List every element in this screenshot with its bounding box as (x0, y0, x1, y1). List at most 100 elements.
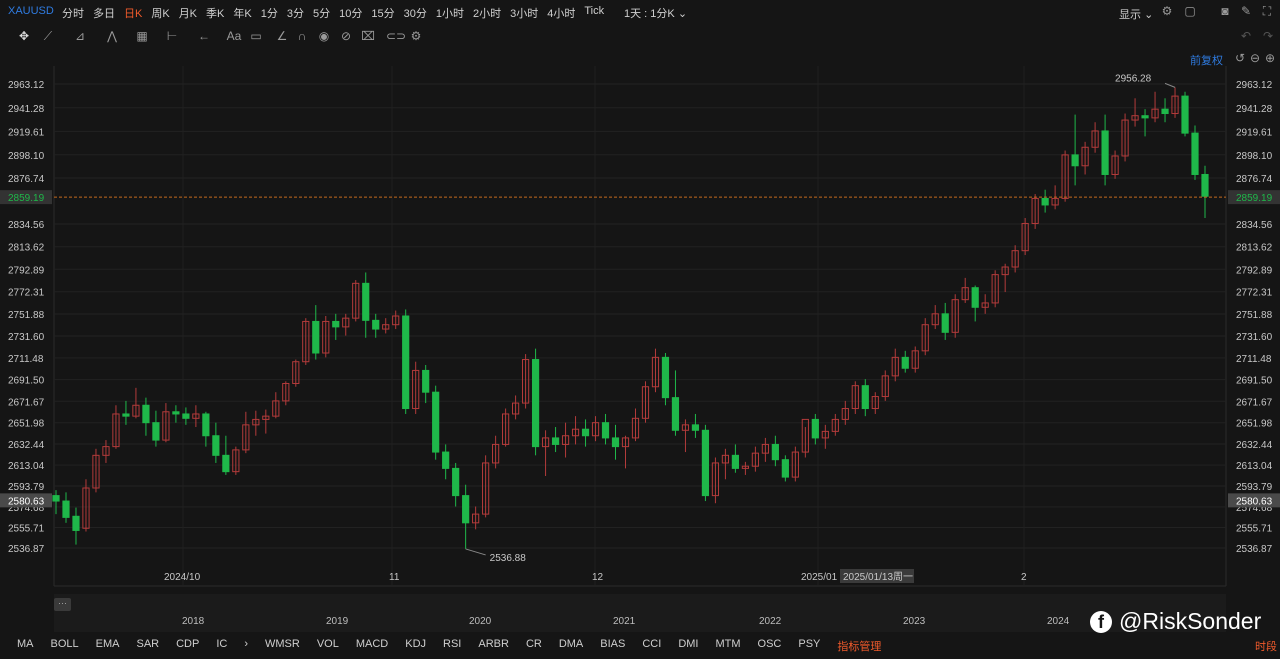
y-tick-label-left: 2691.50 (8, 376, 45, 387)
measure-icon[interactable]: ⊢ (164, 28, 180, 44)
chevron-down-icon: ⌄ (1144, 9, 1154, 21)
candle-body (971, 287, 979, 308)
magnet-icon[interactable]: ∩ (294, 28, 310, 44)
overview-year-label: 2019 (326, 616, 349, 627)
period-tab[interactable]: 30分 (404, 5, 427, 21)
settings-icon[interactable]: ⚙ (1160, 4, 1174, 18)
hide-icon[interactable]: ⊘ (338, 28, 354, 44)
period-tab[interactable]: 3小时 (510, 5, 538, 21)
period-tab[interactable]: Tick (584, 5, 604, 21)
period-tab[interactable]: 10分 (339, 5, 362, 21)
y-tick-label-left: 2898.10 (8, 151, 45, 162)
chevron-down-icon: ⌄ (677, 8, 688, 20)
indicator-item[interactable]: MA (17, 638, 34, 654)
candle-body (551, 437, 560, 445)
delete-icon[interactable]: ⌧ (360, 28, 376, 44)
indicator-item[interactable]: KDJ (405, 638, 426, 654)
candle-body (731, 454, 740, 469)
y-tick-label-right: 2834.56 (1236, 220, 1273, 231)
period-tab[interactable]: 月K (179, 5, 197, 21)
candle-body (212, 435, 220, 456)
comment-icon[interactable]: ▭ (248, 28, 264, 44)
indicator-item[interactable]: EMA (96, 638, 120, 654)
redo-icon[interactable]: ↷ (1260, 28, 1276, 44)
y-tick-label-left: 2751.88 (8, 310, 45, 321)
indicator-item[interactable]: PSY (798, 638, 820, 654)
candle-body (671, 397, 680, 431)
layout-icon[interactable]: ▢ (1183, 4, 1197, 18)
y-tick-label-left: 2919.61 (8, 127, 45, 138)
period-tab[interactable]: 15分 (371, 5, 394, 21)
edit-icon[interactable]: ✎ (1239, 4, 1253, 18)
indicator-item[interactable]: CR (526, 638, 542, 654)
adjust-mode-button[interactable]: 前复权 (1190, 52, 1223, 68)
indicator-item[interactable]: DMI (678, 638, 698, 654)
indicator-item[interactable]: WMSR (265, 638, 300, 654)
zoom-out-icon[interactable]: ⊖ (1248, 51, 1262, 65)
indicator-item[interactable]: MACD (356, 638, 388, 654)
x-tick-label: 2 (1021, 572, 1027, 583)
y-tick-label-left: 2632.44 (8, 440, 45, 451)
text-tool-icon[interactable]: Aa (226, 28, 242, 44)
indicator-item[interactable]: ARBR (478, 638, 509, 654)
candle-body (462, 495, 470, 524)
period-tab[interactable]: 日K (124, 5, 142, 21)
period-tab[interactable]: 4小时 (547, 5, 575, 21)
period-tab[interactable]: 多日 (93, 5, 115, 21)
candle-body (1041, 197, 1049, 206)
period-tab[interactable]: 周K (151, 5, 169, 21)
zoom-in-icon[interactable]: ⊕ (1263, 51, 1277, 65)
period-tab[interactable]: 年K (233, 5, 251, 21)
candle-body (222, 454, 230, 473)
indicator-manager-button[interactable]: 指标管理 (837, 638, 881, 654)
drawing-toolbar (0, 26, 1280, 46)
period-tab[interactable]: 3分 (287, 5, 304, 21)
fullscreen-icon[interactable]: ⛶ (1260, 4, 1274, 18)
wave-icon[interactable]: ⋀ (104, 28, 120, 44)
display-dropdown[interactable]: 显示 ⌄ (1119, 6, 1153, 22)
indicator-item[interactable]: DMA (559, 638, 583, 654)
arrow-left-icon[interactable]: ← (196, 28, 212, 44)
undo-icon[interactable]: ↶ (1238, 28, 1254, 44)
timeframe-select[interactable]: 1天 : 1分K ⌄ (624, 5, 687, 21)
indicator-item[interactable]: BIAS (600, 638, 625, 654)
indicator-list: MA BOLL EMA SAR CDP IC › WMSR VOL MACD KDJ RSI ARBR C… (17, 638, 898, 654)
indicator-item[interactable]: VOL (317, 638, 339, 654)
pen-icon[interactable]: ∠ (274, 28, 290, 44)
period-tab[interactable]: 5分 (313, 5, 330, 21)
overview-handle[interactable]: ··· (54, 598, 71, 611)
period-tab[interactable]: 2小时 (473, 5, 501, 21)
reset-icon[interactable]: ↺ (1233, 51, 1247, 65)
y-tick-label-right: 2593.79 (1236, 482, 1273, 493)
x-tick-label: 11 (389, 572, 400, 583)
period-tab[interactable]: 1小时 (436, 5, 464, 21)
candle-body (422, 369, 430, 393)
draw-settings-icon[interactable]: ⚙ (408, 28, 424, 44)
chevron-right-icon[interactable]: › (244, 638, 248, 654)
grid-tool-icon[interactable]: ▦ (134, 28, 150, 44)
period-tab[interactable]: 分时 (62, 5, 84, 21)
indicator-item[interactable]: OSC (758, 638, 782, 654)
period-tab[interactable]: 季K (206, 5, 224, 21)
indicator-item[interactable]: SAR (136, 638, 159, 654)
crosshair-move-icon[interactable]: ✥ (16, 28, 32, 44)
period-tab[interactable]: 1分 (261, 5, 278, 21)
indicator-item[interactable]: IC (216, 638, 227, 654)
fib-icon[interactable]: ⊿ (72, 28, 88, 44)
indicator-item[interactable]: MTM (715, 638, 740, 654)
indicator-item[interactable]: BOLL (51, 638, 79, 654)
eye-icon[interactable]: ◉ (316, 28, 332, 44)
symbol-label[interactable]: XAUUSD (8, 5, 54, 17)
camera-icon[interactable]: ◙ (1218, 4, 1232, 18)
trendline-icon[interactable]: ⟋ (40, 28, 56, 44)
time-segment-button[interactable]: 时段 (1255, 638, 1277, 654)
indicator-item[interactable]: CCI (642, 638, 661, 654)
indicator-item[interactable]: RSI (443, 638, 461, 654)
candlestick-chart[interactable]: 2963.12 2963.12 2941.28 2941.28 2919.61 2919.… (0, 48, 1280, 590)
candle-body (372, 319, 380, 330)
link-icon[interactable]: ⊂⊃ (386, 28, 406, 44)
y-tick-label-left: 2876.74 (8, 174, 45, 185)
indicator-item[interactable]: CDP (176, 638, 199, 654)
candle-body (901, 356, 909, 369)
y-tick-label-right: 2711.48 (1236, 354, 1272, 365)
